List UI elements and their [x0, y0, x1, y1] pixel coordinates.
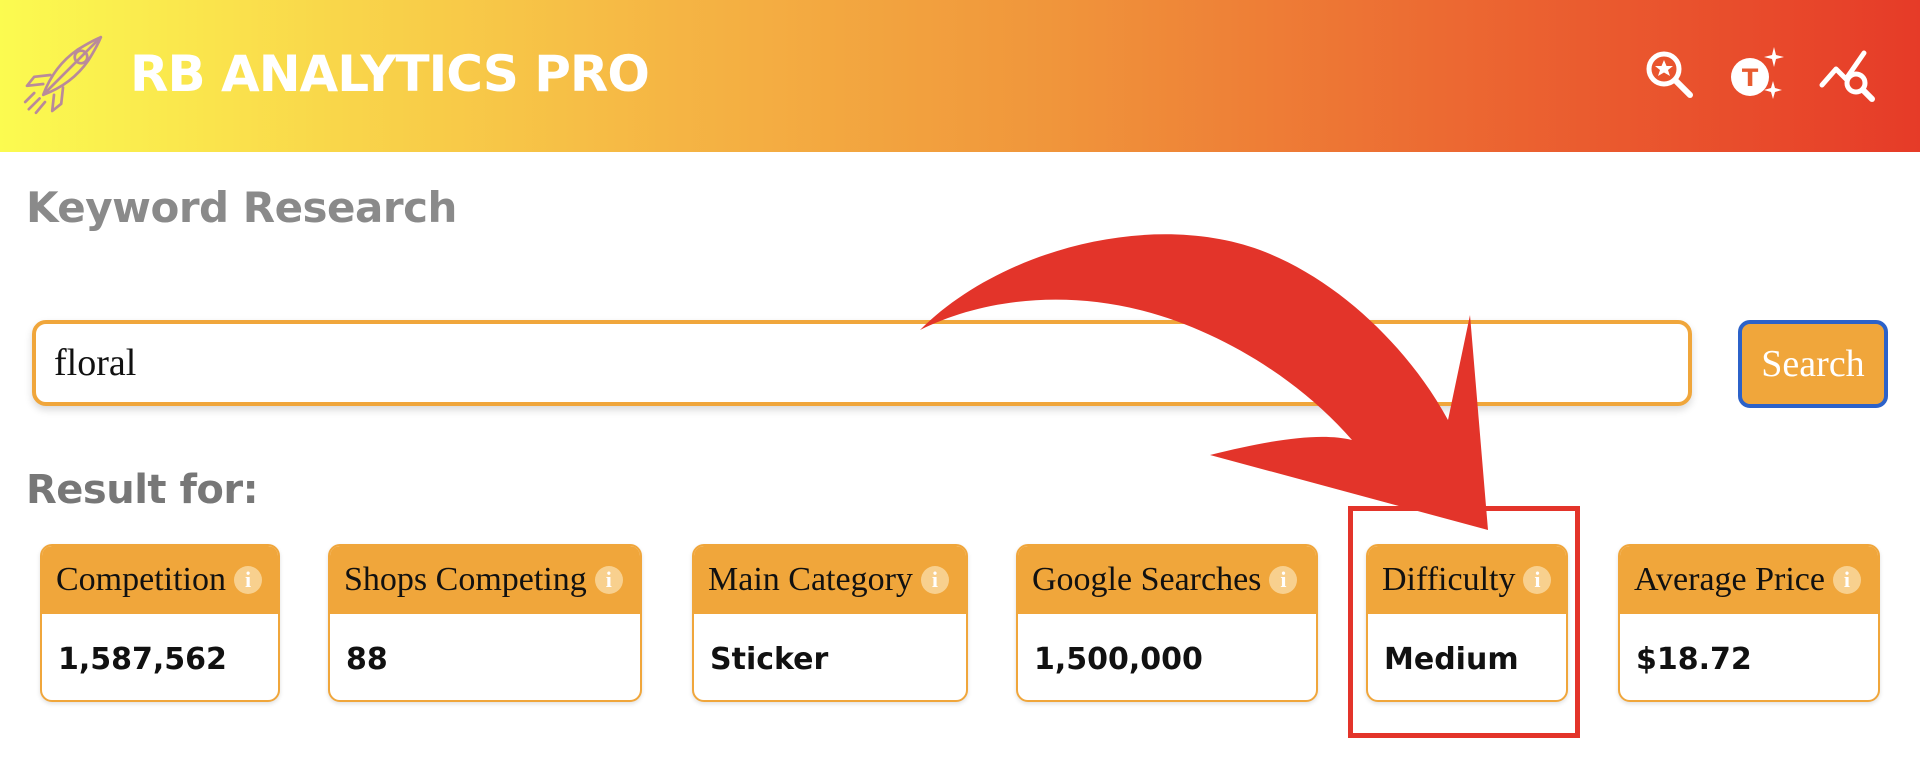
card-label: Shops Competing	[344, 561, 587, 598]
trend-search-icon[interactable]	[1818, 45, 1878, 105]
info-icon[interactable]: i	[920, 566, 949, 594]
card-value: 1,500,000	[1034, 642, 1203, 677]
annotation-highlight-box	[1348, 506, 1580, 738]
search-star-icon[interactable]	[1640, 45, 1700, 105]
card-value: Sticker	[710, 642, 829, 677]
app-header: RB ANALYTICS PRO T	[0, 0, 1920, 152]
svg-text:T: T	[1742, 64, 1759, 92]
results-heading: Result for:	[26, 467, 259, 513]
card-header: Average Price i	[1620, 546, 1878, 614]
search-button[interactable]: Search	[1738, 320, 1888, 408]
info-icon[interactable]: i	[594, 566, 623, 594]
card-value: 1,587,562	[58, 642, 227, 677]
info-icon[interactable]: i	[1832, 566, 1861, 594]
info-icon[interactable]: i	[1269, 566, 1298, 594]
keyword-search-input[interactable]	[32, 320, 1692, 406]
card-label: Competition	[56, 561, 226, 598]
brand-title: RB ANALYTICS PRO	[130, 45, 650, 103]
result-card-main-category: Main Category i Sticker	[692, 544, 968, 702]
card-label: Main Category	[708, 561, 913, 598]
card-header: Competition i	[42, 546, 278, 614]
result-card-shops-competing: Shops Competing i 88	[328, 544, 642, 702]
card-value: $18.72	[1636, 642, 1752, 677]
info-icon[interactable]: i	[234, 566, 262, 594]
card-header: Main Category i	[694, 546, 966, 614]
page-title: Keyword Research	[26, 183, 457, 232]
result-card-google-searches: Google Searches i 1,500,000	[1016, 544, 1318, 702]
card-label: Google Searches	[1032, 561, 1262, 598]
result-card-average-price: Average Price i $18.72	[1618, 544, 1880, 702]
card-value: 88	[346, 642, 388, 677]
trademark-sparkle-icon[interactable]: T	[1724, 45, 1784, 105]
result-card-competition: Competition i 1,587,562	[40, 544, 280, 702]
rocket-logo-icon	[23, 35, 103, 115]
card-label: Average Price	[1634, 561, 1825, 598]
card-header: Google Searches i	[1018, 546, 1316, 614]
card-header: Shops Competing i	[330, 546, 640, 614]
